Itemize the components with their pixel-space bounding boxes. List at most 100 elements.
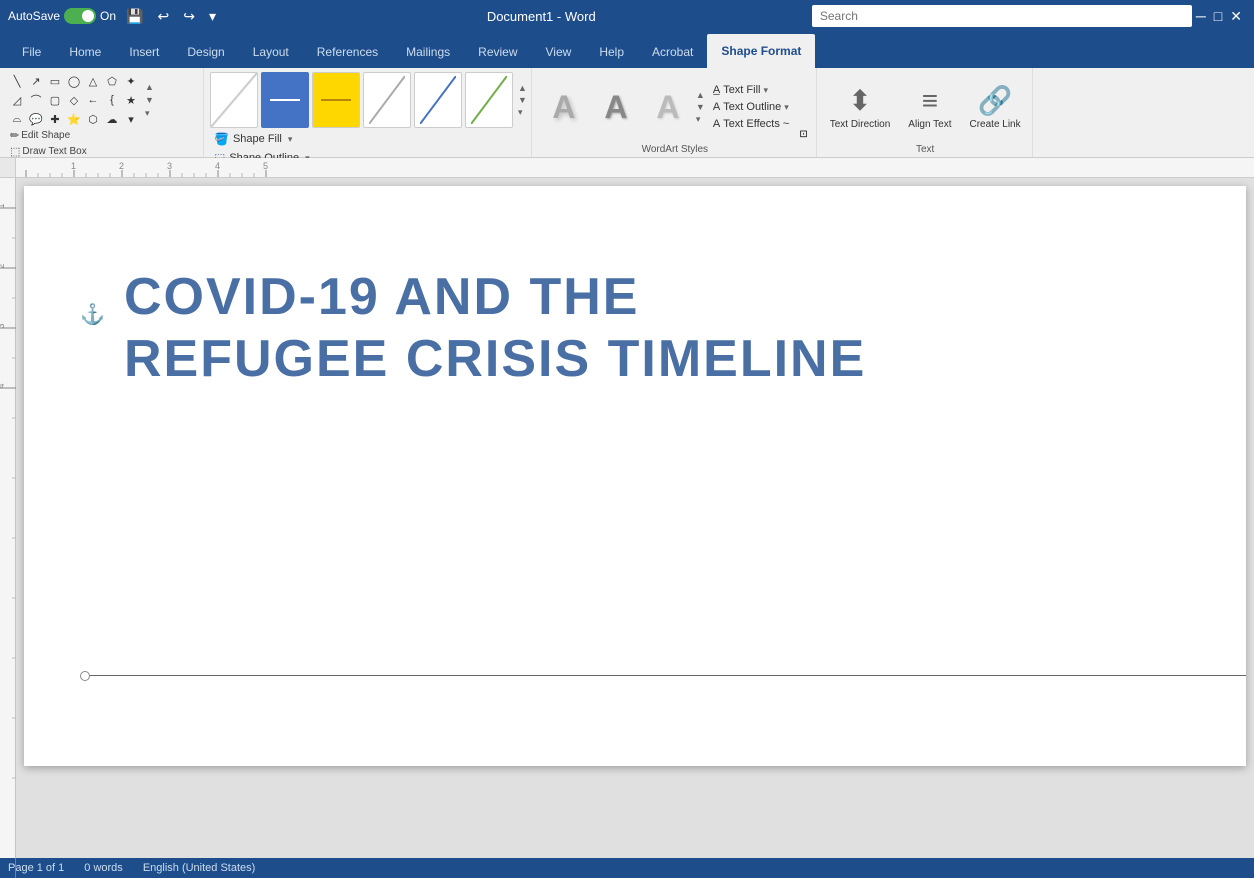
text-content: ⬍ Text Direction ≡ Align Text 🔗 Create L… — [825, 72, 1026, 142]
tab-design[interactable]: Design — [173, 36, 238, 68]
tab-mailings[interactable]: Mailings — [392, 36, 464, 68]
autosave-toggle[interactable] — [64, 8, 96, 24]
edit-shape-icon: ✏ — [10, 129, 19, 142]
draw-text-box-button[interactable]: ⬚ Draw Text Box — [8, 144, 199, 159]
shape-more1[interactable]: ✦ — [122, 72, 140, 90]
shape-style-blue-diag[interactable] — [414, 72, 462, 128]
undo-button[interactable]: ↩ — [154, 6, 174, 27]
page-info: Page 1 of 1 — [8, 862, 64, 874]
shape-freeform[interactable]: ⌓ — [8, 110, 26, 128]
shape-round-rect[interactable]: ▢ — [46, 91, 64, 109]
text-effects-icon: A — [713, 118, 720, 130]
shape-style-none[interactable] — [210, 72, 258, 128]
restore-button[interactable]: □ — [1210, 6, 1226, 26]
svg-text:2: 2 — [0, 263, 6, 268]
tab-shapeformat[interactable]: Shape Format — [707, 34, 815, 68]
tab-insert[interactable]: Insert — [115, 36, 173, 68]
tab-file[interactable]: File — [8, 36, 55, 68]
tab-review[interactable]: Review — [464, 36, 531, 68]
shape-style-gray[interactable] — [363, 72, 411, 128]
shape-diamond[interactable]: ◇ — [65, 91, 83, 109]
tab-home[interactable]: Home — [55, 36, 115, 68]
document-title[interactable]: COVID-19 AND THE REFUGEE CRISIS TIMELINE — [124, 266, 1186, 391]
minimize-button[interactable]: ─ — [1192, 6, 1210, 26]
text-direction-button[interactable]: ⬍ Text Direction — [825, 79, 896, 135]
shape-styles-group: ▲ ▼ ▾ 🪣 Shape Fill ▾ ⬚ Shape Outline ▾ — [206, 68, 532, 157]
shape-style-blue-solid[interactable] — [261, 72, 309, 128]
shape-pentagon[interactable]: ⬠ — [103, 72, 121, 90]
shape-rt-tri[interactable]: ◿ — [8, 91, 26, 109]
text-outline-button[interactable]: A Text Outline ▾ — [709, 99, 793, 115]
tab-help[interactable]: Help — [585, 36, 638, 68]
document-page: ⚓ COVID-19 AND THE REFUGEE CRISIS TIMELI… — [24, 186, 1246, 766]
style-expand[interactable]: ▾ — [518, 107, 527, 118]
shapes-scroll-more[interactable]: ▾ — [144, 107, 155, 120]
shape-more2[interactable]: ★ — [122, 91, 140, 109]
wordart-style-1[interactable]: A — [540, 81, 588, 133]
text-fill-icon: A̲ — [713, 84, 720, 96]
shapes-scroll: ▲ ▼ ▾ — [144, 81, 155, 120]
tab-layout[interactable]: Layout — [239, 36, 303, 68]
shape-bracket[interactable]: { — [103, 91, 121, 109]
shape-style-yellow[interactable] — [312, 72, 360, 128]
shape-more3[interactable]: ☁ — [103, 110, 121, 128]
search-input[interactable] — [812, 5, 1192, 27]
shape-star5[interactable]: ⭐ — [65, 110, 83, 128]
line-shape[interactable] — [80, 675, 1246, 676]
wordart-letters: A A A — [540, 81, 692, 133]
shape-fill-button[interactable]: 🪣 Shape Fill ▾ — [210, 130, 513, 148]
wordart-scroll-down[interactable]: ▼ — [696, 102, 705, 112]
insert-shapes-group: ╲ ↗ ▭ ◯ △ ⬠ ✦ ◿ ⌒ ▢ ◇ ← { ★ ⌓ 💬 ✚ — [4, 68, 204, 157]
text-effects-button[interactable]: A Text Effects ~ — [709, 116, 793, 132]
text-fill-arrow[interactable]: ▾ — [763, 85, 768, 96]
wordart-dialog-launcher[interactable]: ⊡ — [797, 127, 809, 142]
align-text-button[interactable]: ≡ Align Text — [903, 79, 956, 135]
ribbon: ╲ ↗ ▭ ◯ △ ⬠ ✦ ◿ ⌒ ▢ ◇ ← { ★ ⌓ 💬 ✚ — [0, 68, 1254, 158]
shape-line[interactable]: ╲ — [8, 72, 26, 90]
language: English (United States) — [143, 862, 256, 874]
autosave-state: On — [100, 9, 116, 23]
create-link-button[interactable]: 🔗 Create Link — [964, 79, 1025, 135]
shape-callout[interactable]: 💬 — [27, 110, 45, 128]
wordart-label: WordArt Styles — [540, 144, 810, 155]
shapes-actions: ✏ Edit Shape ⬚ Draw Text Box — [8, 128, 199, 159]
shape-arrow[interactable]: ↗ — [27, 72, 45, 90]
title-line2: REFUGEE CRISIS TIMELINE — [124, 330, 866, 388]
wordart-scroll-up[interactable]: ▲ — [696, 90, 705, 100]
style-scroll-up[interactable]: ▲ — [518, 83, 527, 93]
svg-text:4: 4 — [0, 383, 6, 388]
tab-view[interactable]: View — [532, 36, 586, 68]
shape-fill-arrow[interactable]: ▾ — [288, 134, 293, 145]
tab-acrobat[interactable]: Acrobat — [638, 36, 707, 68]
shape-triangle[interactable]: △ — [84, 72, 102, 90]
style-scroll-down[interactable]: ▼ — [518, 95, 527, 105]
shape-rect[interactable]: ▭ — [46, 72, 64, 90]
wordart-scroll: ▲ ▼ ▾ — [696, 90, 705, 125]
wordart-style-2[interactable]: A — [592, 81, 640, 133]
redo-button[interactable]: ↪ — [179, 6, 199, 27]
shape-more4[interactable]: ▾ — [122, 110, 140, 128]
shape-curve[interactable]: ⌒ — [27, 91, 45, 109]
shape-cross[interactable]: ✚ — [46, 110, 64, 128]
line-handle-start[interactable] — [80, 671, 90, 681]
save-button[interactable]: 💾 — [122, 6, 147, 27]
shape-oval[interactable]: ◯ — [65, 72, 83, 90]
edit-shape-button[interactable]: ✏ Edit Shape — [8, 128, 199, 143]
shapes-scroll-down[interactable]: ▼ — [144, 94, 155, 106]
ruler-top: 1 2 3 4 5 — [0, 158, 1254, 178]
wordart-style-3[interactable]: A — [644, 81, 692, 133]
create-link-icon: 🔗 — [978, 84, 1013, 117]
tab-references[interactable]: References — [303, 36, 392, 68]
shape-lt-arrow[interactable]: ← — [84, 91, 102, 109]
shapes-scroll-up[interactable]: ▲ — [144, 81, 155, 93]
close-button[interactable]: ✕ — [1226, 6, 1246, 27]
shape-hexagon[interactable]: ⬡ — [84, 110, 102, 128]
customize-quick-access-button[interactable]: ▾ — [205, 6, 220, 27]
text-outline-arrow[interactable]: ▾ — [784, 102, 789, 113]
text-fill-button[interactable]: A̲ Text Fill ▾ — [709, 82, 793, 98]
svg-text:3: 3 — [167, 161, 172, 171]
wordart-expand[interactable]: ▾ — [696, 114, 705, 125]
draw-textbox-icon: ⬚ — [10, 145, 20, 158]
ruler-horizontal: 1 2 3 4 5 — [16, 158, 1254, 178]
shape-style-green-diag[interactable] — [465, 72, 513, 128]
